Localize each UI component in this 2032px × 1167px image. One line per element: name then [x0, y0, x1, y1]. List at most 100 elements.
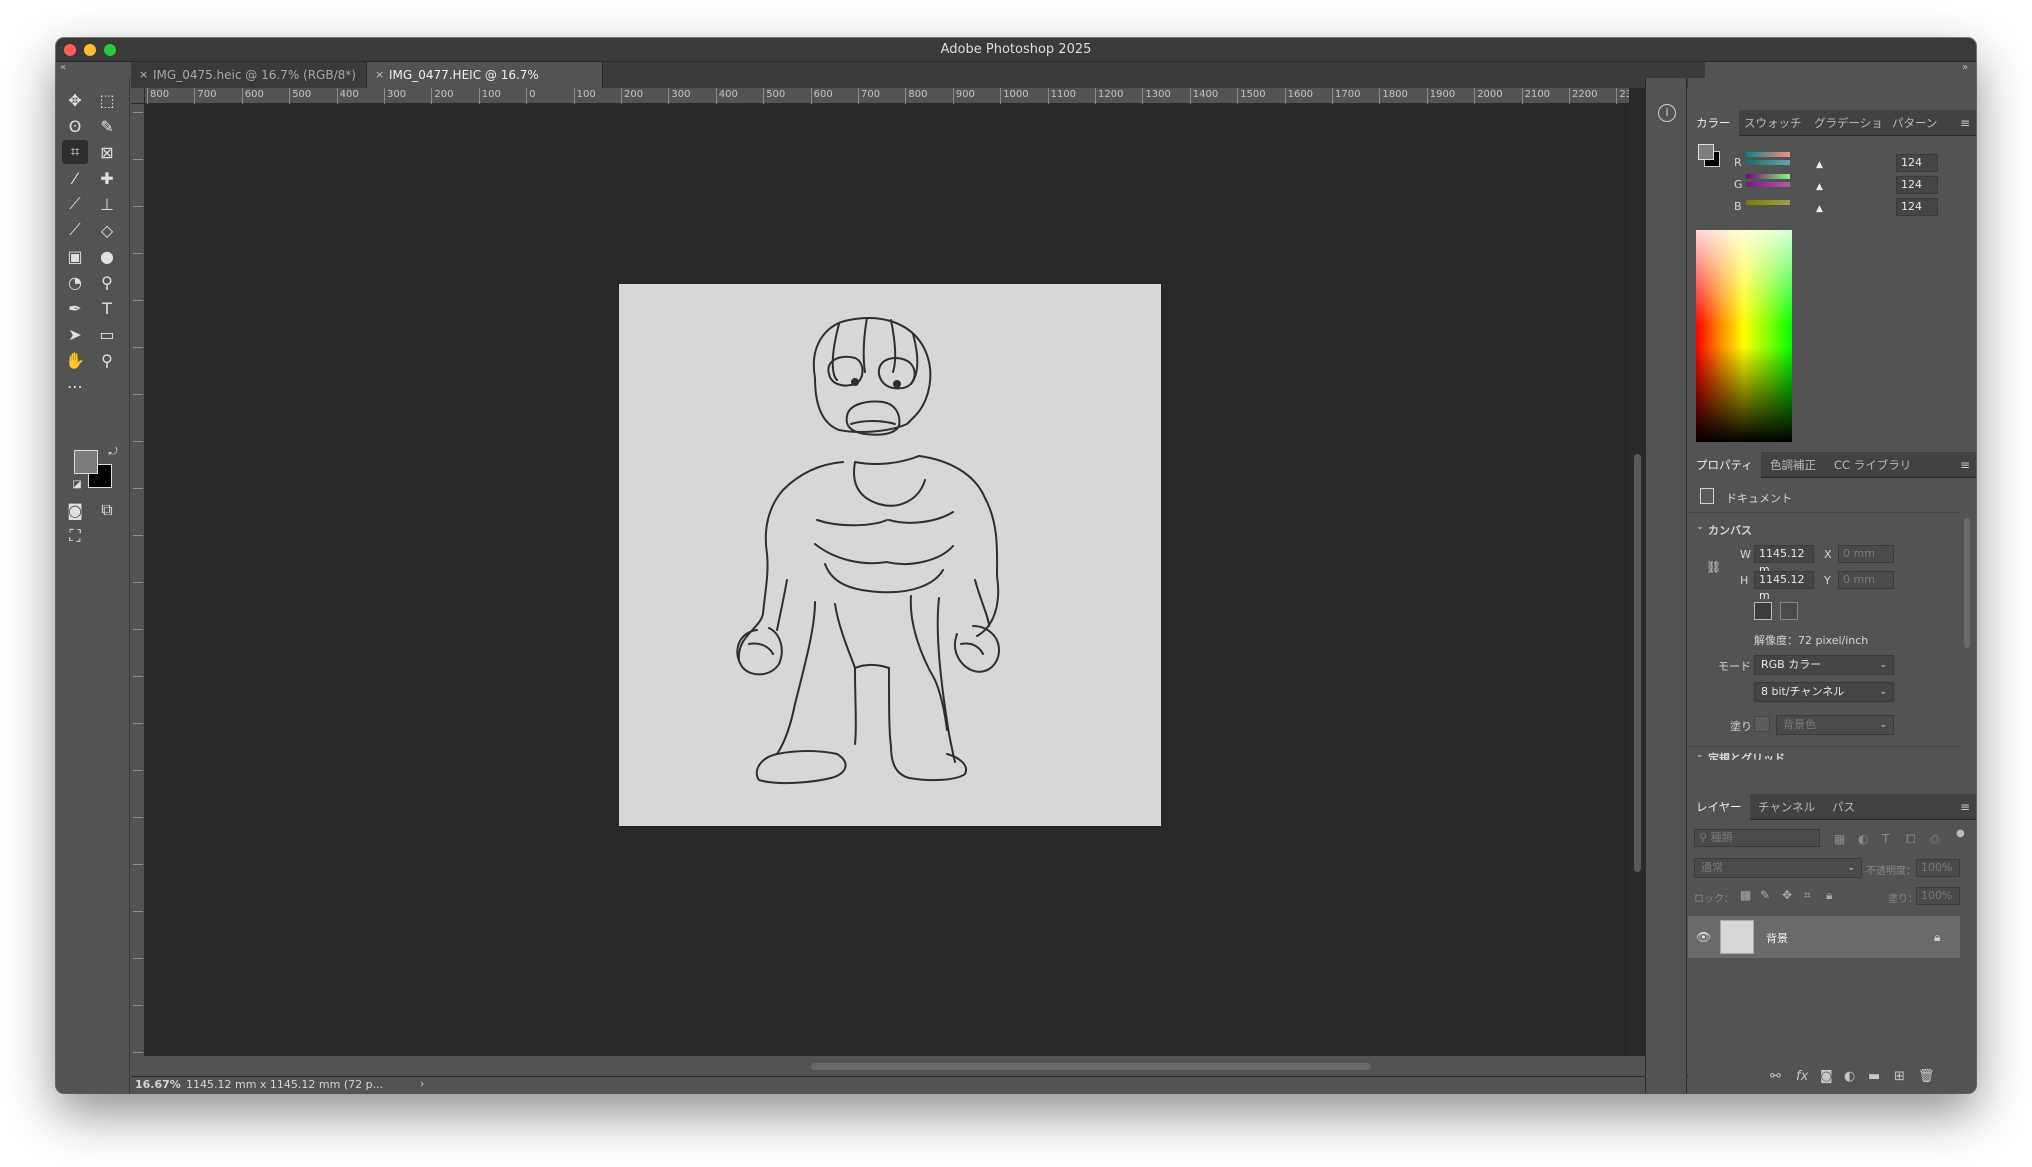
- tab-cc-libraries[interactable]: CC ライブラリ: [1826, 452, 1919, 478]
- collapse-tools-icon[interactable]: «: [60, 62, 66, 78]
- blend-mode-select[interactable]: 通常 ⌄: [1694, 858, 1862, 878]
- edit-toolbar-icon[interactable]: ⛶: [62, 524, 88, 548]
- g-value-field[interactable]: 124: [1896, 176, 1938, 194]
- frame-tool-icon[interactable]: ⊠: [94, 140, 120, 164]
- portrait-orientation-icon[interactable]: [1754, 602, 1772, 620]
- foreground-color-swatch[interactable]: [74, 450, 98, 474]
- filter-shape-icon[interactable]: ⧠: [1906, 832, 1916, 847]
- tab-gradients[interactable]: グラデーショ: [1806, 110, 1891, 136]
- status-menu-icon[interactable]: ›: [420, 1077, 424, 1090]
- tab-swatches[interactable]: スウォッチ: [1736, 110, 1810, 136]
- filter-type-icon[interactable]: T: [1882, 832, 1889, 846]
- b-slider-handle[interactable]: ▲: [1816, 204, 1823, 214]
- info-icon[interactable]: i: [1658, 104, 1676, 122]
- gradient-tool-icon[interactable]: ▣: [62, 244, 88, 268]
- color-fg-swatch[interactable]: [1698, 144, 1714, 160]
- guides-section-header[interactable]: ⌄ 定規とグリッド: [1688, 750, 1960, 760]
- eye-icon[interactable]: 👁︎: [1696, 930, 1711, 944]
- lock-image-icon[interactable]: ✎: [1760, 888, 1770, 902]
- tab-properties[interactable]: プロパティ: [1688, 452, 1761, 478]
- r-slider-track[interactable]: [1746, 152, 1790, 157]
- lock-transparent-icon[interactable]: ▩: [1740, 888, 1751, 902]
- history-brush-tool-icon[interactable]: ⟋: [62, 218, 88, 242]
- x-field[interactable]: 0 mm: [1838, 545, 1894, 563]
- layer-filter-search[interactable]: ⚲ 種類: [1694, 829, 1820, 847]
- width-field[interactable]: 1145.12 m: [1754, 545, 1814, 576]
- horizontal-ruler[interactable]: 800 700 600 500 400 300 200 100 0 100 200 300 400 500…: [145, 88, 1638, 104]
- close-tab-icon[interactable]: ×: [139, 62, 148, 88]
- tab-patterns[interactable]: パターン: [1884, 110, 1945, 136]
- default-colors-icon[interactable]: ◪: [64, 472, 90, 496]
- properties-scroll-thumb[interactable]: [1964, 518, 1970, 648]
- trash-icon[interactable]: 🗑︎: [1918, 1069, 1935, 1084]
- chevron-down-icon[interactable]: ⌄: [1696, 522, 1704, 532]
- color-spectrum[interactable]: [1696, 230, 1792, 442]
- quick-selection-tool-icon[interactable]: ✎: [94, 114, 120, 138]
- panel-menu-icon[interactable]: ≡: [1960, 116, 1970, 130]
- r-slider-handle[interactable]: ▲: [1816, 160, 1823, 170]
- adjustment-layer-icon[interactable]: ◐: [1844, 1069, 1855, 1084]
- more-tools-icon[interactable]: ⋯: [62, 374, 88, 398]
- g-slider-track[interactable]: [1746, 174, 1790, 179]
- filter-toggle-icon[interactable]: ●: [1956, 828, 1965, 839]
- filter-adjustment-icon[interactable]: ◐: [1858, 832, 1868, 846]
- height-field[interactable]: 1145.12 m: [1754, 571, 1814, 602]
- eraser-tool-icon[interactable]: ◇: [94, 218, 120, 242]
- y-field[interactable]: 0 mm: [1838, 571, 1894, 589]
- filter-smart-object-icon[interactable]: ⎙: [1930, 832, 1940, 847]
- ruler-origin[interactable]: [131, 88, 145, 104]
- b-value-field[interactable]: 124: [1896, 198, 1938, 216]
- clone-stamp-tool-icon[interactable]: ⊥: [94, 192, 120, 216]
- marquee-tool-icon[interactable]: ⬚: [94, 88, 120, 112]
- r-value-field[interactable]: 124: [1896, 154, 1938, 172]
- canvas-section-title[interactable]: カンバス: [1708, 522, 1752, 538]
- opacity-field[interactable]: 100%: [1916, 859, 1960, 877]
- move-tool-icon[interactable]: ✥: [62, 88, 88, 112]
- b-slider-track[interactable]: [1746, 200, 1790, 205]
- landscape-orientation-icon[interactable]: [1780, 602, 1798, 620]
- panel-menu-icon[interactable]: ≡: [1960, 800, 1970, 814]
- layer-row[interactable]: 👁︎ 背景 🔒︎: [1688, 916, 1960, 958]
- group-folder-icon[interactable]: ▬: [1868, 1069, 1880, 1084]
- screen-mode-icon[interactable]: ⧉: [94, 498, 120, 522]
- filter-pixel-icon[interactable]: ▦: [1834, 832, 1845, 846]
- lasso-tool-icon[interactable]: ʘ: [62, 114, 88, 138]
- quick-mask-icon[interactable]: ◙: [62, 498, 88, 522]
- vertical-scrollbar[interactable]: [1629, 88, 1645, 1056]
- color-mode-select[interactable]: RGB カラー ⌄: [1754, 655, 1894, 675]
- path-selection-tool-icon[interactable]: ➤: [62, 322, 88, 346]
- lock-position-icon[interactable]: ✥: [1782, 888, 1792, 902]
- hand-tool-icon[interactable]: ✋: [62, 348, 88, 372]
- fill-color-swatch[interactable]: [1754, 716, 1770, 732]
- close-tab-icon[interactable]: ×: [375, 62, 384, 88]
- link-layers-icon[interactable]: ⚯: [1770, 1069, 1781, 1084]
- rectangle-tool-icon[interactable]: ▭: [94, 322, 120, 346]
- bit-depth-select[interactable]: 8 bit/チャンネル ⌄: [1754, 682, 1894, 702]
- tab-channels[interactable]: チャンネル: [1750, 794, 1823, 820]
- vertical-ruler[interactable]: [131, 104, 145, 1056]
- document-image[interactable]: [619, 284, 1161, 826]
- tab-layers[interactable]: レイヤー: [1688, 794, 1750, 820]
- brush-tool-icon[interactable]: ⟋: [62, 192, 88, 216]
- tab-img-0475[interactable]: × IMG_0475.heic @ 16.7% (RGB/8*) *: [131, 62, 367, 108]
- g-slider-handle[interactable]: ▲: [1816, 182, 1823, 192]
- eyedropper-tool-icon[interactable]: ⁄: [62, 166, 88, 190]
- new-layer-icon[interactable]: ⊞: [1894, 1069, 1905, 1084]
- vertical-scroll-thumb[interactable]: [1634, 454, 1641, 872]
- tab-color[interactable]: カラー: [1688, 110, 1739, 136]
- panel-menu-icon[interactable]: ≡: [1960, 458, 1970, 472]
- tab-paths[interactable]: パス: [1824, 794, 1863, 820]
- blur-tool-icon[interactable]: ●: [94, 244, 120, 268]
- type-tool-icon[interactable]: T: [94, 296, 120, 320]
- horizontal-scrollbar[interactable]: [131, 1056, 1629, 1076]
- pen-tool-icon[interactable]: ✒: [62, 296, 88, 320]
- link-icon[interactable]: ⛓: [1706, 560, 1721, 574]
- layer-name[interactable]: 背景: [1766, 930, 1788, 946]
- dodge-tool-icon[interactable]: ◔: [62, 270, 88, 294]
- horizontal-scroll-thumb[interactable]: [811, 1063, 1371, 1070]
- healing-brush-tool-icon[interactable]: ✚: [94, 166, 120, 190]
- fill-select[interactable]: 背景色 ⌄: [1776, 715, 1894, 735]
- document-canvas[interactable]: [145, 104, 1629, 1056]
- crop-tool-icon[interactable]: ⌗: [62, 140, 88, 164]
- sponge-tool-icon[interactable]: ⚲: [94, 270, 120, 294]
